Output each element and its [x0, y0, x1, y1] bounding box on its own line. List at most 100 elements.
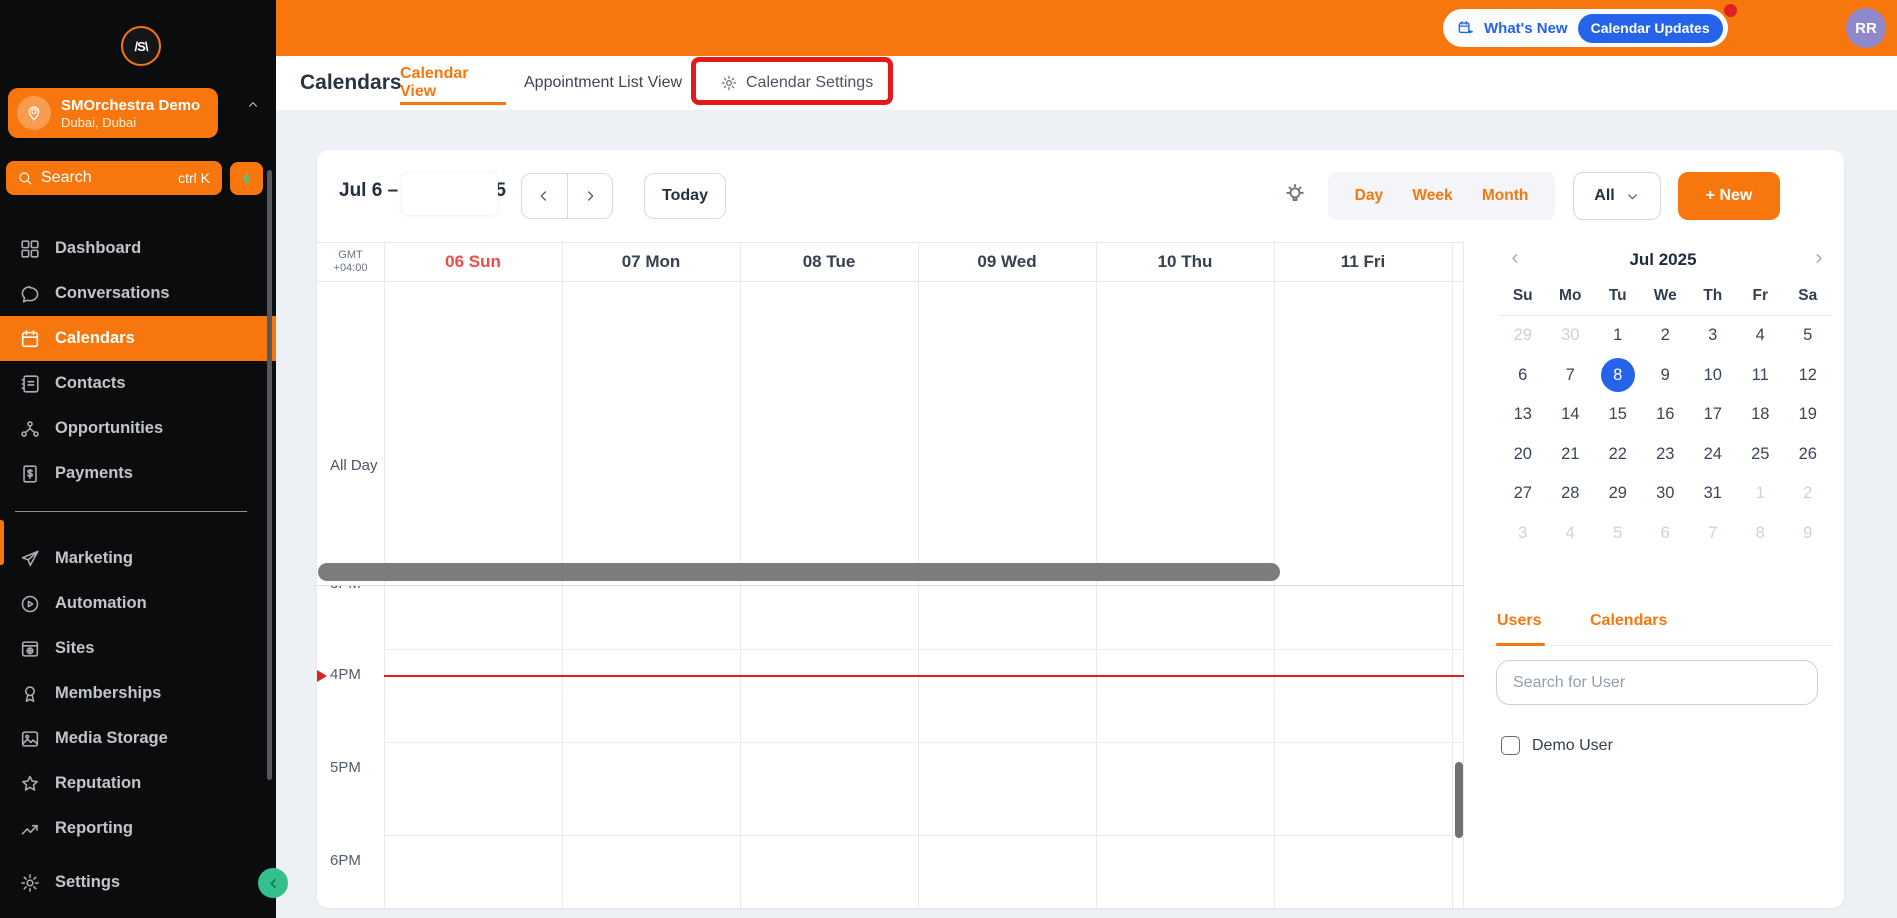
tab-appointment-list-view[interactable]: Appointment List View [524, 56, 682, 109]
mini-weekday-we: We [1642, 287, 1690, 305]
sidebar-item-sites[interactable]: Sites [0, 626, 276, 671]
mini-day[interactable]: 13 [1499, 395, 1547, 435]
time-grid[interactable]: 3PM4PM5PM6PM7PM [317, 586, 1464, 908]
next-week-button[interactable] [568, 174, 613, 218]
mini-day-number: 3 [1518, 524, 1527, 543]
new-appointment-button[interactable]: + New [1678, 172, 1780, 220]
mini-day[interactable]: 17 [1689, 395, 1737, 435]
mini-day[interactable]: 30 [1642, 474, 1690, 514]
mini-day[interactable]: 8 [1737, 514, 1785, 554]
mini-day[interactable]: 23 [1642, 435, 1690, 475]
panel-tab-users[interactable]: Users [1497, 612, 1541, 630]
sidebar-item-reputation[interactable]: Reputation [0, 761, 276, 806]
sidebar-item-opportunities[interactable]: Opportunities [0, 406, 276, 451]
mini-day[interactable]: 7 [1547, 356, 1595, 396]
mini-day[interactable]: 11 [1737, 356, 1785, 396]
mini-day[interactable]: 2 [1642, 316, 1690, 356]
sidebar-item-label: Contacts [55, 374, 126, 393]
mini-day-number: 30 [1561, 326, 1579, 345]
mini-day[interactable]: 21 [1547, 435, 1595, 475]
mini-day-number: 25 [1751, 445, 1769, 464]
sidebar-menu-group-2: MarketingAutomationSitesMembershipsMedia… [0, 536, 276, 905]
mini-day[interactable]: 26 [1784, 435, 1832, 475]
user-avatar[interactable]: RR [1846, 8, 1886, 48]
panel-tab-calendars[interactable]: Calendars [1590, 612, 1667, 630]
mini-day-number: 29 [1514, 326, 1532, 345]
mini-day-number: 28 [1561, 484, 1579, 503]
ai-assistant-button[interactable] [230, 162, 263, 195]
mini-day[interactable]: 1 [1594, 316, 1642, 356]
day-header-2: 07 Mon [562, 243, 740, 281]
mini-day[interactable]: 7 [1689, 514, 1737, 554]
mini-day[interactable]: 29 [1594, 474, 1642, 514]
sidebar-item-dashboard[interactable]: Dashboard [0, 226, 276, 271]
view-option-week[interactable]: Week [1412, 187, 1452, 205]
mini-day[interactable]: 29 [1499, 316, 1547, 356]
user-search-input[interactable] [1496, 660, 1818, 705]
chevron-up-icon[interactable] [246, 98, 260, 112]
mini-day[interactable]: 27 [1499, 474, 1547, 514]
mini-day[interactable]: 3 [1689, 316, 1737, 356]
sidebar-scrollbar[interactable] [267, 170, 272, 780]
mini-day[interactable]: 2 [1784, 474, 1832, 514]
sidebar-item-media-storage[interactable]: Media Storage [0, 716, 276, 761]
tab-calendar-view[interactable]: Calendar View [400, 56, 506, 109]
mini-day[interactable]: 9 [1784, 514, 1832, 554]
today-button[interactable]: Today [644, 173, 726, 219]
mini-day[interactable]: 18 [1737, 395, 1785, 435]
calendar-filter-select[interactable]: All [1573, 172, 1661, 220]
mini-day[interactable]: 19 [1784, 395, 1832, 435]
mini-day[interactable]: 1 [1737, 474, 1785, 514]
mini-day[interactable]: 6 [1642, 514, 1690, 554]
mini-day[interactable]: 4 [1547, 514, 1595, 554]
notification-dot [1724, 4, 1737, 17]
vertical-scrollbar[interactable] [1455, 762, 1463, 838]
sidebar-item-calendars[interactable]: Calendars [0, 316, 276, 361]
user-checkbox[interactable] [1501, 736, 1520, 755]
sidebar-scroll-indicator [0, 520, 4, 565]
sidebar-item-reporting[interactable]: Reporting [0, 806, 276, 851]
sidebar-item-automation[interactable]: Automation [0, 581, 276, 626]
sidebar-search[interactable]: Search ctrl K [6, 161, 222, 195]
mini-day-number: 7 [1566, 366, 1575, 385]
mini-day[interactable]: 24 [1689, 435, 1737, 475]
mini-day[interactable]: 25 [1737, 435, 1785, 475]
mini-day[interactable]: 12 [1784, 356, 1832, 396]
mini-day[interactable]: 15 [1594, 395, 1642, 435]
mini-calendar-next-button[interactable] [1811, 251, 1826, 266]
sidebar-item-marketing[interactable]: Marketing [0, 536, 276, 581]
tips-bulb-icon[interactable] [1282, 181, 1308, 207]
mini-day-number: 23 [1656, 445, 1674, 464]
whats-new-pill[interactable]: What's New Calendar Updates [1443, 9, 1728, 47]
mini-day-number: 6 [1661, 524, 1670, 543]
mini-day[interactable]: 28 [1547, 474, 1595, 514]
sidebar-item-payments[interactable]: Payments [0, 451, 276, 496]
mini-day[interactable]: 9 [1642, 356, 1690, 396]
sidebar-item-contacts[interactable]: Contacts [0, 361, 276, 406]
view-option-month[interactable]: Month [1482, 187, 1528, 205]
view-option-day[interactable]: Day [1355, 187, 1383, 205]
org-switcher[interactable]: SMOrchestra Demo Dubai, Dubai [8, 88, 218, 138]
sidebar-item-conversations[interactable]: Conversations [0, 271, 276, 316]
mini-day-selected[interactable]: 8 [1594, 356, 1642, 396]
mini-day[interactable]: 22 [1594, 435, 1642, 475]
mini-calendar-prev-button[interactable] [1508, 251, 1523, 266]
mini-day[interactable]: 30 [1547, 316, 1595, 356]
calendar-updates-badge[interactable]: Calendar Updates [1578, 14, 1723, 43]
mini-day[interactable]: 31 [1689, 474, 1737, 514]
sidebar-item-settings[interactable]: Settings [0, 860, 276, 905]
mini-day[interactable]: 20 [1499, 435, 1547, 475]
mini-day[interactable]: 6 [1499, 356, 1547, 396]
main-area: What's New Calendar Updates RR Calendars… [276, 0, 1897, 918]
mini-day[interactable]: 10 [1689, 356, 1737, 396]
mini-day[interactable]: 4 [1737, 316, 1785, 356]
mini-day[interactable]: 5 [1594, 514, 1642, 554]
mini-day[interactable]: 14 [1547, 395, 1595, 435]
sidebar-collapse-button[interactable] [258, 868, 288, 898]
horizontal-scrollbar[interactable] [318, 563, 1280, 581]
sidebar-item-memberships[interactable]: Memberships [0, 671, 276, 716]
mini-day[interactable]: 3 [1499, 514, 1547, 554]
prev-week-button[interactable] [522, 174, 568, 218]
mini-day[interactable]: 5 [1784, 316, 1832, 356]
mini-day[interactable]: 16 [1642, 395, 1690, 435]
